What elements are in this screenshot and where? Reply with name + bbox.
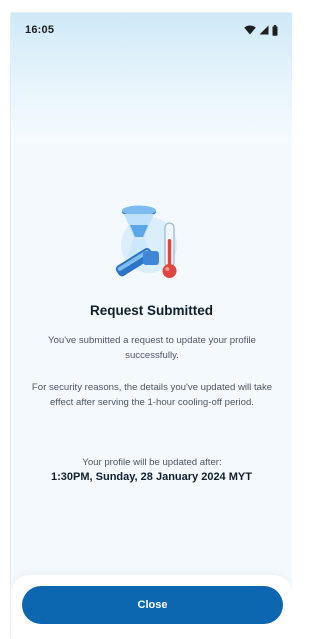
hourglass-thermometer-icon <box>109 201 195 287</box>
request-submitted-screen: 16:05 Request Submitted You've submitted… <box>10 12 292 639</box>
battery-icon <box>272 24 278 36</box>
signal-icon <box>259 25 269 35</box>
wifi-icon <box>244 25 256 35</box>
security-message: For security reasons, the details you've… <box>31 382 273 408</box>
app-frame: 16:05 Request Submitted You've submitted… <box>0 0 292 639</box>
update-datetime: 1:30PM, Sunday, 28 January 2024 MYT <box>51 471 252 483</box>
status-time: 16:05 <box>25 24 55 36</box>
close-button[interactable]: Close <box>22 586 283 624</box>
update-label: Your profile will be updated after: <box>82 457 222 468</box>
page-title: Request Submitted <box>89 303 213 318</box>
status-bar: 16:05 <box>11 13 292 47</box>
success-message: You've submitted a request to update you… <box>48 335 256 361</box>
status-icons <box>244 24 278 36</box>
